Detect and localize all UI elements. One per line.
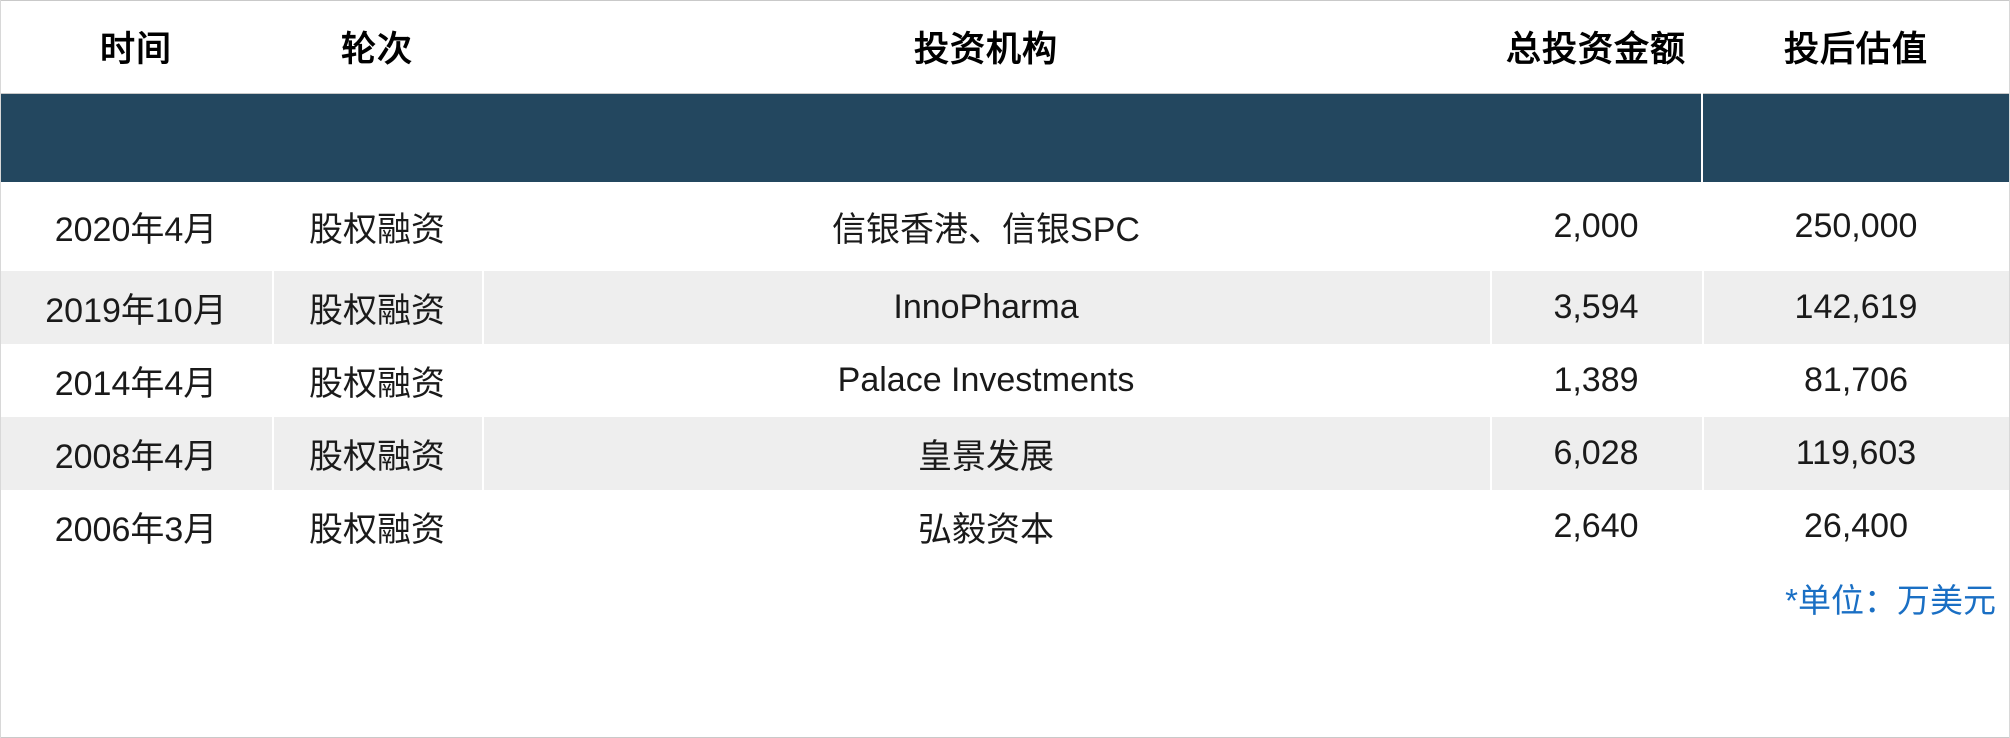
cell-round: 股权融资	[272, 271, 482, 344]
accent-band-left	[0, 93, 1702, 182]
cell-post-money-valuation: 250,000	[1702, 182, 2010, 271]
filler-cell	[0, 633, 2010, 703]
cell-total-investment: 1,389	[1490, 344, 1702, 417]
header-row: 时间 轮次 投资机构 总投资金额 投后估值	[0, 0, 2010, 94]
column-header-institution: 投资机构	[482, 0, 1490, 94]
footnote-row: *单位：万美元	[0, 563, 2010, 633]
cell-total-investment: 2,640	[1490, 490, 1702, 563]
sheet-top-border	[0, 0, 2010, 1]
financing-history-table: 时间 轮次 投资机构 总投资金额 投后估值 2020年4月 股权融资 信银香港、…	[0, 0, 2010, 703]
table-row: 2020年4月 股权融资 信银香港、信银SPC 2,000 250,000	[0, 182, 2010, 271]
column-header-post-money-valuation: 投后估值	[1702, 0, 2010, 94]
cell-institution: Palace Investments	[482, 344, 1490, 417]
cell-time: 2006年3月	[0, 490, 272, 563]
column-header-time: 时间	[0, 0, 272, 94]
cell-round: 股权融资	[272, 417, 482, 490]
table-header: 时间 轮次 投资机构 总投资金额 投后估值	[0, 0, 2010, 94]
unit-footnote: *单位：万美元	[0, 563, 2010, 633]
cell-time: 2014年4月	[0, 344, 272, 417]
table-row: 2006年3月 股权融资 弘毅资本 2,640 26,400	[0, 490, 2010, 563]
cell-time: 2020年4月	[0, 182, 272, 271]
cell-post-money-valuation: 81,706	[1702, 344, 2010, 417]
cell-total-investment: 2,000	[1490, 182, 1702, 271]
table-row: 2014年4月 股权融资 Palace Investments 1,389 81…	[0, 344, 2010, 417]
table-body: 2020年4月 股权融资 信银香港、信银SPC 2,000 250,000 20…	[0, 93, 2010, 703]
accent-band-row	[0, 93, 2010, 182]
cell-round: 股权融资	[272, 490, 482, 563]
filler-row	[0, 633, 2010, 703]
column-header-total-investment: 总投资金额	[1490, 0, 1702, 94]
cell-post-money-valuation: 26,400	[1702, 490, 2010, 563]
cell-round: 股权融资	[272, 182, 482, 271]
accent-band-right	[1701, 93, 2010, 182]
cell-time: 2019年10月	[0, 271, 272, 344]
column-header-round: 轮次	[272, 0, 482, 94]
cell-institution: 弘毅资本	[482, 490, 1490, 563]
cell-post-money-valuation: 142,619	[1702, 271, 2010, 344]
cell-time: 2008年4月	[0, 417, 272, 490]
cell-institution: 信银香港、信银SPC	[482, 182, 1490, 271]
table-row: 2008年4月 股权融资 皇景发展 6,028 119,603	[0, 417, 2010, 490]
table-row: 2019年10月 股权融资 InnoPharma 3,594 142,619	[0, 271, 2010, 344]
sheet-left-border	[0, 0, 1, 738]
cell-total-investment: 6,028	[1490, 417, 1702, 490]
cell-institution: 皇景发展	[482, 417, 1490, 490]
cell-round: 股权融资	[272, 344, 482, 417]
cell-institution: InnoPharma	[482, 271, 1490, 344]
cell-post-money-valuation: 119,603	[1702, 417, 2010, 490]
cell-total-investment: 3,594	[1490, 271, 1702, 344]
table-sheet: 时间 轮次 投资机构 总投资金额 投后估值 2020年4月 股权融资 信银香港、…	[0, 0, 2010, 738]
